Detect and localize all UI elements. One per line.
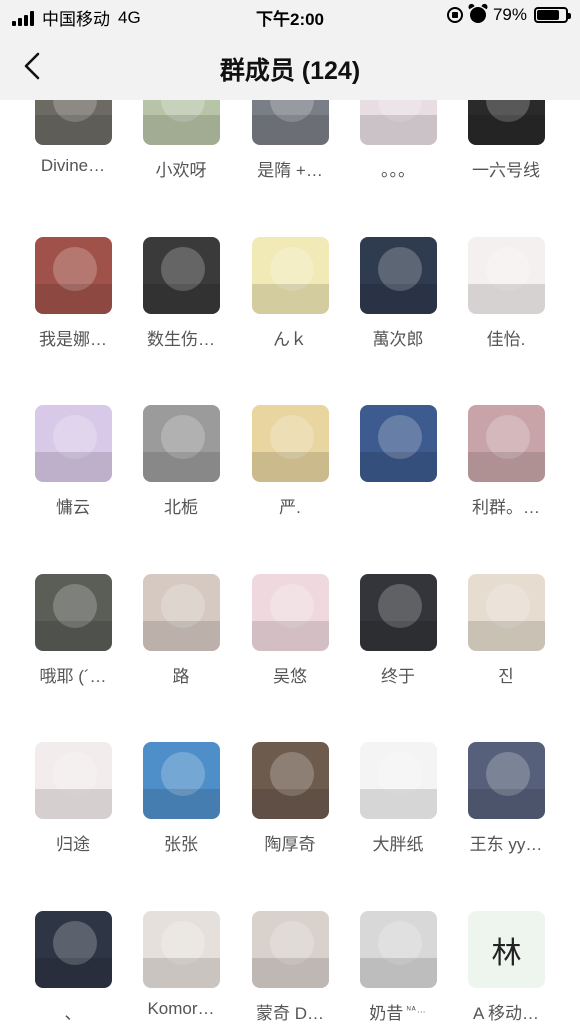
member-avatar[interactable] [360, 237, 437, 314]
avatar-shade [468, 115, 545, 145]
avatar-shade [143, 789, 220, 819]
member-avatar[interactable] [252, 911, 329, 988]
member-name: 张张 [164, 835, 198, 854]
member-avatar[interactable] [143, 911, 220, 988]
avatar-shade [252, 284, 329, 314]
member-name: 利群。… [472, 498, 540, 517]
avatar-shade [468, 621, 545, 651]
member-name: 小欢呀 [155, 161, 207, 180]
alarm-icon [469, 7, 486, 23]
avatar-shade [468, 284, 545, 314]
avatar-text: 林 [491, 935, 522, 971]
member-name: 严. [279, 498, 301, 517]
member-name: 王东 yy… [469, 835, 543, 854]
avatar-shade [35, 789, 112, 819]
avatar-shade [143, 621, 220, 651]
member-name: 佳怡. [486, 330, 526, 349]
avatar-shade [360, 789, 437, 819]
member-name: 、 [64, 1004, 82, 1023]
member-avatar[interactable] [35, 742, 112, 819]
avatar-shade [35, 452, 112, 482]
member-name: 是隋 +… [257, 161, 323, 180]
member-name: 진 [498, 667, 514, 686]
rotation-lock-icon [446, 7, 463, 23]
member-name: 萬次郎 [372, 330, 424, 349]
member-name: 陶厚奇 [264, 835, 316, 854]
top-bar: 中国移动 4G 下午2:00 79% 群成员 (124) [0, 0, 580, 100]
member-avatar[interactable] [468, 742, 545, 819]
member-avatar[interactable] [143, 574, 220, 651]
avatar-shade [360, 284, 437, 314]
member-name: 大胖纸 [372, 835, 424, 854]
member-avatar[interactable] [360, 405, 437, 482]
member-avatar[interactable] [35, 237, 112, 314]
avatar-shade [360, 621, 437, 651]
member-avatar[interactable] [35, 911, 112, 988]
avatar-shade [35, 284, 112, 314]
avatar-shade [252, 115, 329, 145]
avatar-shade [35, 621, 112, 651]
avatar-shade [252, 958, 329, 988]
member-avatar[interactable] [252, 574, 329, 651]
member-avatar[interactable] [468, 405, 545, 482]
avatar-shade [143, 115, 220, 145]
member-avatar[interactable] [35, 574, 112, 651]
member-avatar[interactable] [252, 405, 329, 482]
member-name-suffix: ᴺᴬ… [403, 1004, 427, 1015]
member-avatar[interactable] [360, 911, 437, 988]
avatar-shade [252, 621, 329, 651]
avatar-shade [35, 115, 112, 145]
member-name: 一六号线 [472, 161, 540, 180]
member-name: 终于 [381, 667, 415, 686]
member-name: んｋ [273, 330, 307, 349]
member-avatar[interactable] [252, 742, 329, 819]
member-avatar[interactable] [143, 742, 220, 819]
status-bar: 中国移动 4G 下午2:00 79% [0, 0, 580, 34]
avatar-shade [360, 452, 437, 482]
member-avatar[interactable] [360, 742, 437, 819]
member-name: 归途 [56, 835, 90, 854]
member-name: 北栀 [164, 498, 198, 517]
battery-fill [537, 10, 560, 20]
avatar-shade [468, 452, 545, 482]
avatar-shade [360, 115, 437, 145]
member-name: 慵云 [56, 498, 90, 517]
member-avatar[interactable] [35, 405, 112, 482]
member-name: 哦耶 (´… [39, 667, 107, 686]
member-name: 数生伤… [147, 330, 215, 349]
avatar-shade [143, 452, 220, 482]
battery-icon [534, 7, 571, 23]
page-title: 群成员 (124) [219, 57, 361, 85]
member-name: Divine… [40, 156, 106, 175]
member-avatar[interactable]: 林 [468, 911, 545, 988]
member-avatar[interactable] [468, 237, 545, 314]
member-name: 路 [172, 667, 190, 686]
avatar-shade [252, 452, 329, 482]
member-avatar[interactable] [143, 237, 220, 314]
member-name: Komor… [147, 999, 215, 1018]
member-name: 奶昔 ᴺᴬ… [369, 1004, 427, 1023]
member-name: A 移动… [472, 1004, 540, 1023]
member-avatar[interactable] [252, 237, 329, 314]
avatar-shade [143, 284, 220, 314]
member-name: 。。。 [381, 161, 415, 180]
avatar-shade [360, 958, 437, 988]
member-avatar[interactable] [360, 574, 437, 651]
avatar-shade [143, 958, 220, 988]
navigation-bar: 群成员 (124) [0, 34, 580, 100]
battery-percent: 79% [492, 5, 527, 24]
member-avatar[interactable] [143, 405, 220, 482]
member-name: 吴悠 [273, 667, 307, 686]
avatar-shade [252, 789, 329, 819]
member-name: 我是娜… [39, 330, 107, 349]
avatar-shade [468, 789, 545, 819]
member-name: 蒙奇 D… [256, 1004, 324, 1023]
member-avatar[interactable] [468, 574, 545, 651]
avatar-shade [35, 958, 112, 988]
